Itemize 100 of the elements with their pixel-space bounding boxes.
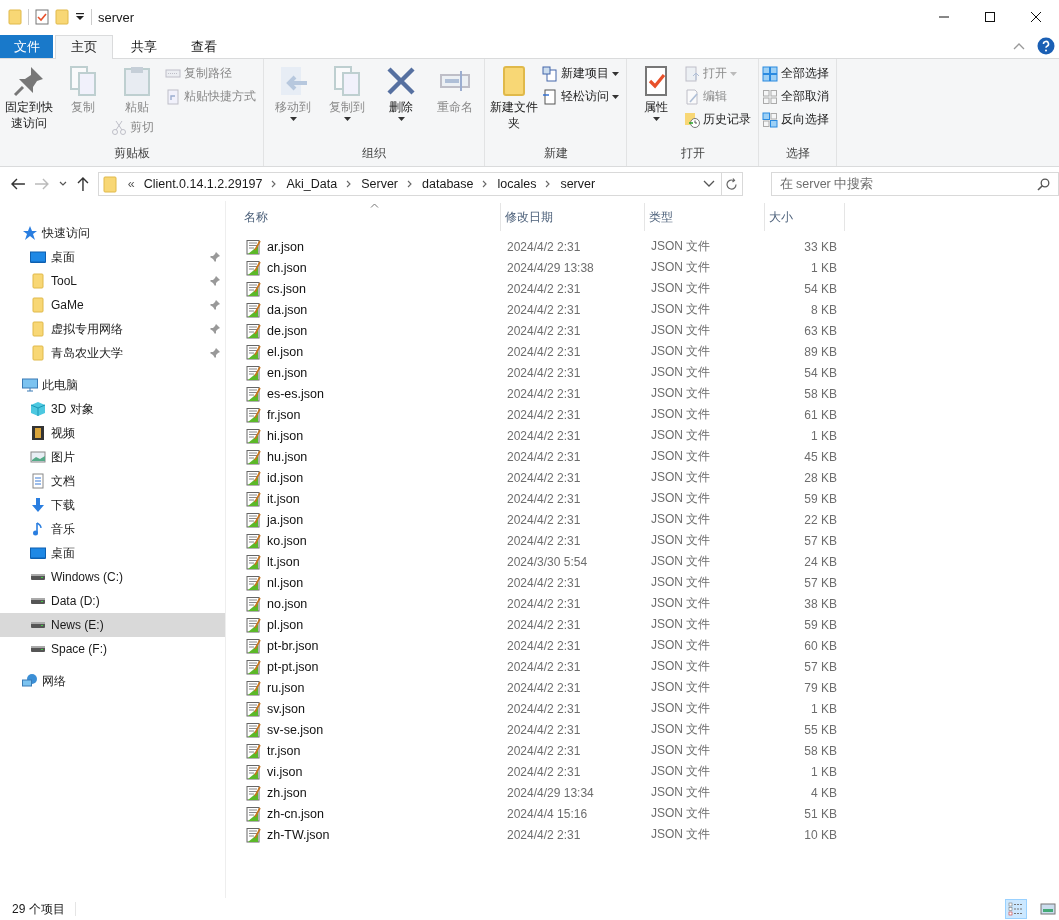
file-row[interactable]: hi.json 2024/4/2 2:31 JSON 文件 1 KB [240,425,1059,446]
nav-item[interactable]: 桌面 [0,541,225,565]
ribbon-button[interactable]: 固定到快速访问 [3,63,55,131]
ribbon-tab[interactable]: 共享 [115,35,173,58]
chevron-icon[interactable] [346,180,353,188]
ribbon-button[interactable]: 新建项目 [542,63,623,84]
file-row[interactable]: cs.json 2024/4/2 2:31 JSON 文件 54 KB [240,278,1059,299]
nav-item[interactable]: 文档 [0,469,225,493]
ribbon-button[interactable]: 反向选择 [762,109,833,130]
ribbon-tab[interactable]: 主页 [55,35,113,59]
column-header[interactable]: 类型 [645,203,765,231]
back-icon[interactable] [10,177,26,191]
nav-item[interactable]: 此电脑 [0,373,225,397]
dropdown-icon[interactable] [702,180,715,188]
column-header[interactable]: 大小 [765,203,845,231]
breadcrumb-segment[interactable]: database [422,177,474,191]
nav-item[interactable]: 视频 [0,421,225,445]
search-field[interactable]: 在 server 中搜索 [770,172,1059,196]
file-row[interactable]: de.json 2024/4/2 2:31 JSON 文件 63 KB [240,320,1059,341]
file-row[interactable]: ko.json 2024/4/2 2:31 JSON 文件 57 KB [240,530,1059,551]
breadcrumb-segment[interactable]: Server [361,177,399,191]
file-row[interactable]: fr.json 2024/4/2 2:31 JSON 文件 61 KB [240,404,1059,425]
table-cell-text: JSON 文件 [650,322,712,339]
nav-item[interactable]: Space (F:) [0,637,225,661]
file-row[interactable]: nl.json 2024/4/2 2:31 JSON 文件 57 KB [240,572,1059,593]
nav-item[interactable]: 音乐 [0,517,225,541]
file-row[interactable]: pl.json 2024/4/2 2:31 JSON 文件 59 KB [240,614,1059,635]
file-row[interactable]: sv.json 2024/4/2 2:31 JSON 文件 1 KB [240,698,1059,719]
file-row[interactable]: da.json 2024/4/2 2:31 JSON 文件 8 KB [240,299,1059,320]
recent-locations-icon[interactable] [57,180,68,188]
download-icon [30,497,46,513]
nav-item[interactable]: 虚拟专用网络 [0,317,225,341]
column-header[interactable]: 修改日期 [501,203,645,231]
nav-item[interactable]: GaMe [0,293,225,317]
file-row[interactable]: pt-br.json 2024/4/2 2:31 JSON 文件 60 KB [240,635,1059,656]
ribbon-button[interactable]: 轻松访问 [542,86,623,107]
file-row[interactable]: pt-pt.json 2024/4/2 2:31 JSON 文件 57 KB [240,656,1059,677]
ribbon-button[interactable]: 历史记录 [684,109,755,130]
up-icon[interactable] [75,176,90,192]
properties-icon[interactable] [35,9,49,25]
breadcrumb-segment[interactable]: Client.0.14.1.2.29197 [143,177,263,191]
picture-icon [30,449,46,465]
pin-icon[interactable] [209,251,221,263]
file-row[interactable]: no.json 2024/4/2 2:31 JSON 文件 38 KB [240,593,1059,614]
nav-item[interactable]: Windows (C:) [0,565,225,589]
file-row[interactable]: id.json 2024/4/2 2:31 JSON 文件 28 KB [240,467,1059,488]
file-row[interactable]: tr.json 2024/4/2 2:31 JSON 文件 58 KB [240,740,1059,761]
address-bar[interactable]: « Client.0.14.1.2.29197 Aki_Data Server database locales server [97,172,722,196]
ribbon-button[interactable]: 全部选择 [762,63,833,84]
pin-icon[interactable] [209,347,221,359]
file-row[interactable]: lt.json 2024/3/30 5:54 JSON 文件 24 KB [240,551,1059,572]
chevron-icon[interactable] [407,180,414,188]
nav-item[interactable]: Data (D:) [0,589,225,613]
ribbon-tab[interactable]: 文件 [0,35,53,58]
nav-item[interactable]: News (E:) [0,613,225,637]
nav-item[interactable]: 快速访问 [0,221,225,245]
pin-icon[interactable] [209,323,221,335]
caret-icon[interactable] [75,12,85,22]
file-row[interactable]: vi.json 2024/4/2 2:31 JSON 文件 1 KB [240,761,1059,782]
file-row[interactable]: sv-se.json 2024/4/2 2:31 JSON 文件 55 KB [240,719,1059,740]
search-icon[interactable] [1037,178,1050,191]
help-icon[interactable] [1037,37,1055,55]
ribbon-button[interactable]: 全部取消 [762,86,833,107]
file-row[interactable]: zh-cn.json 2024/4/4 15:16 JSON 文件 51 KB [240,803,1059,824]
pin-icon[interactable] [209,299,221,311]
column-header[interactable]: 名称 [240,203,501,231]
chevron-icon[interactable] [482,180,489,188]
breadcrumb-segment[interactable]: Aki_Data [286,177,338,191]
file-row[interactable]: ar.json 2024/4/2 2:31 JSON 文件 33 KB [240,236,1059,257]
overflow-chevron[interactable]: « [127,177,135,191]
ribbon-button[interactable]: 删除 [375,63,427,121]
chevron-icon[interactable] [271,180,278,188]
ribbon-button[interactable]: 新建文件夹 [488,63,540,131]
file-row[interactable]: ja.json 2024/4/2 2:31 JSON 文件 22 KB [240,509,1059,530]
nav-item[interactable]: 图片 [0,445,225,469]
file-row[interactable]: zh.json 2024/4/29 13:34 JSON 文件 4 KB [240,782,1059,803]
file-row[interactable]: en.json 2024/4/2 2:31 JSON 文件 54 KB [240,362,1059,383]
file-row[interactable]: it.json 2024/4/2 2:31 JSON 文件 59 KB [240,488,1059,509]
breadcrumb-segment[interactable]: server [560,177,596,191]
nav-item[interactable]: 青岛农业大学 [0,341,225,365]
nav-item[interactable]: TooL [0,269,225,293]
ribbon-tab[interactable]: 查看 [175,35,233,58]
file-row[interactable]: hu.json 2024/4/2 2:31 JSON 文件 45 KB [240,446,1059,467]
ribbon-button[interactable]: 属性 [630,63,682,121]
file-row[interactable]: es-es.json 2024/4/2 2:31 JSON 文件 58 KB [240,383,1059,404]
refresh-button[interactable] [720,172,743,196]
file-row[interactable]: el.json 2024/4/2 2:31 JSON 文件 89 KB [240,341,1059,362]
pin-icon [13,65,45,97]
pin-icon[interactable] [209,275,221,287]
collapse-ribbon-icon[interactable] [1013,42,1025,50]
nav-item[interactable]: 网络 [0,669,225,693]
nav-item[interactable]: 3D 对象 [0,397,225,421]
chevron-icon[interactable] [545,180,552,188]
nav-item[interactable]: 下载 [0,493,225,517]
breadcrumb-segment[interactable]: locales [497,177,537,191]
nav-item[interactable]: 桌面 [0,245,225,269]
file-row[interactable]: ru.json 2024/4/2 2:31 JSON 文件 79 KB [240,677,1059,698]
details-view-button[interactable] [1005,899,1027,919]
file-row[interactable]: zh-TW.json 2024/4/2 2:31 JSON 文件 10 KB [240,824,1059,845]
file-row[interactable]: ch.json 2024/4/29 13:38 JSON 文件 1 KB [240,257,1059,278]
